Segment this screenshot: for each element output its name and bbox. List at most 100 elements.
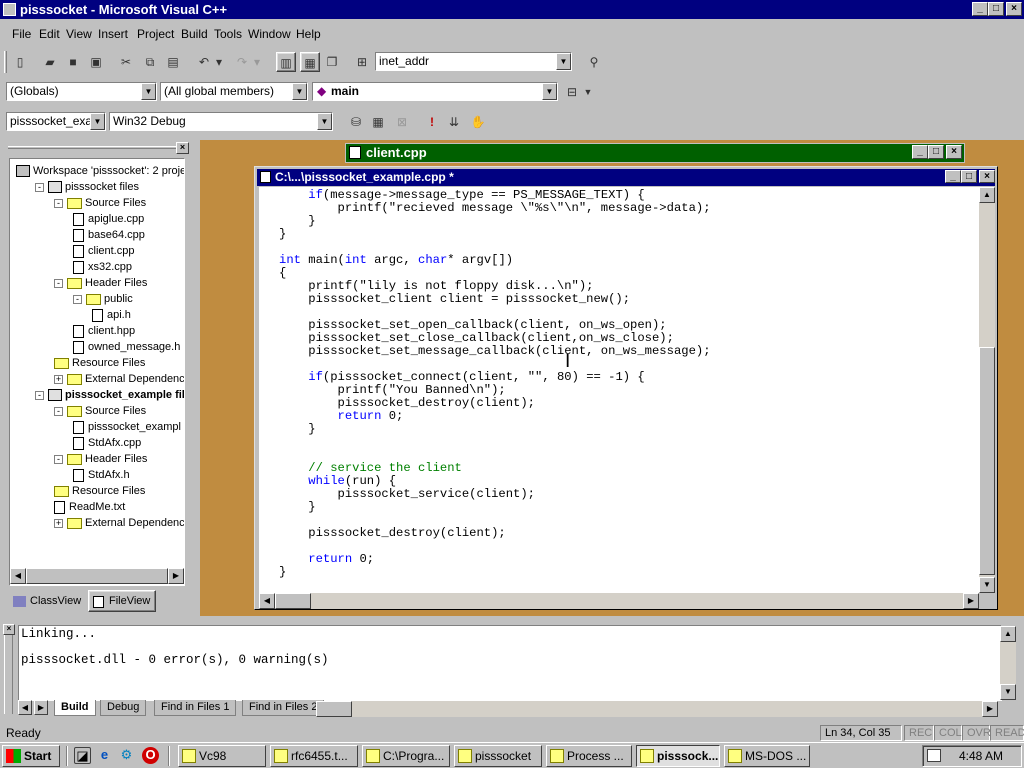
tab-build[interactable]: Build: [54, 700, 96, 716]
copy-icon[interactable]: ⧉: [140, 52, 160, 72]
output-text-area[interactable]: Linking... pisssocket.dll - 0 error(s), …: [18, 625, 1002, 701]
tree-item[interactable]: - Header Files: [54, 451, 147, 467]
close-button[interactable]: ×: [1006, 2, 1022, 16]
taskbar-button[interactable]: Process ...: [546, 745, 632, 767]
editor-maximize-button[interactable]: □: [961, 170, 977, 183]
output-vertical-scrollbar[interactable]: ▲ ▼: [1000, 626, 1016, 700]
tree-item[interactable]: api.h: [79, 307, 131, 323]
menu-window[interactable]: Window: [248, 27, 291, 41]
find-binoculars-icon[interactable]: ⚲: [584, 52, 604, 72]
tree-item[interactable]: ReadMe.txt: [41, 499, 125, 515]
menu-build[interactable]: Build: [181, 27, 208, 41]
show-desktop-icon[interactable]: ◪: [74, 747, 91, 764]
redo-icon[interactable]: ↷: [232, 52, 252, 72]
wizard-action-dropdown-icon[interactable]: ▼: [582, 82, 594, 102]
chevron-down-icon[interactable]: ▼: [292, 83, 307, 100]
collapse-icon[interactable]: -: [54, 278, 63, 288]
toolbar-grip[interactable]: [4, 51, 7, 73]
scroll-right-icon[interactable]: ▶: [982, 701, 998, 717]
taskbar-button[interactable]: Vc98: [178, 745, 266, 767]
active-project-combo[interactable]: pisssocket_exan ▼: [6, 112, 106, 131]
editor-vertical-scrollbar[interactable]: ▲ ▼: [979, 187, 995, 593]
menu-tools[interactable]: Tools: [214, 27, 242, 41]
output-close-icon[interactable]: ×: [3, 624, 15, 635]
collapse-icon[interactable]: -: [73, 294, 82, 304]
go-icon[interactable]: ⇊: [444, 112, 464, 132]
chevron-down-icon[interactable]: ▼: [317, 113, 332, 130]
compile-icon[interactable]: ⛁: [346, 112, 366, 132]
tree-item[interactable]: client.cpp: [60, 243, 134, 259]
undo-icon[interactable]: ↶: [194, 52, 214, 72]
cut-icon[interactable]: ✂: [116, 52, 136, 72]
tree-item[interactable]: xs32.cpp: [60, 259, 132, 275]
tree-item[interactable]: Resource Files: [41, 483, 145, 499]
expand-icon[interactable]: +: [54, 518, 63, 528]
wizard-action-icon[interactable]: ⊟: [562, 82, 582, 102]
tree-item[interactable]: - pisssocket files: [35, 179, 139, 195]
client-minimize-button[interactable]: _: [912, 145, 928, 159]
chevron-down-icon[interactable]: ▼: [542, 83, 557, 100]
tree-item[interactable]: - pisssocket_example fil: [35, 387, 184, 403]
scroll-up-icon[interactable]: ▲: [979, 187, 995, 203]
client-maximize-button[interactable]: □: [928, 145, 944, 159]
tab-find-in-files-1[interactable]: Find in Files 1: [154, 700, 237, 716]
editor-minimize-button[interactable]: _: [945, 170, 961, 183]
execute-icon[interactable]: !: [422, 112, 442, 132]
tab-find-in-files-2[interactable]: Find in Files 2: [242, 700, 325, 716]
code-editor[interactable]: if(message->message_type == PS_MESSAGE_T…: [259, 187, 979, 593]
scroll-thumb[interactable]: [979, 347, 995, 575]
chevron-down-icon[interactable]: ▼: [90, 113, 105, 130]
taskbar-button[interactable]: MS-DOS ...: [724, 745, 810, 767]
scroll-thumb[interactable]: [275, 593, 311, 609]
minimize-button[interactable]: _: [972, 2, 988, 16]
configuration-combo[interactable]: Win32 Debug ▼: [109, 112, 333, 131]
tree-item[interactable]: base64.cpp: [60, 227, 145, 243]
editor-close-button[interactable]: ×: [979, 170, 995, 183]
tree-item[interactable]: - Source Files: [54, 403, 146, 419]
tab-fileview[interactable]: FileView: [88, 590, 156, 612]
taskbar-button[interactable]: pisssock...: [636, 745, 720, 767]
tab-debug[interactable]: Debug: [100, 700, 147, 716]
collapse-icon[interactable]: -: [35, 390, 44, 400]
taskbar-button[interactable]: C:\Progra...: [362, 745, 450, 767]
menu-edit[interactable]: Edit: [39, 27, 60, 41]
collapse-icon[interactable]: -: [54, 198, 63, 208]
collapse-icon[interactable]: -: [35, 182, 44, 192]
tab-scroll-left-icon[interactable]: ◀: [18, 700, 32, 715]
tree-item[interactable]: owned_message.h: [60, 339, 180, 355]
tree-item[interactable]: - Header Files: [54, 275, 147, 291]
taskbar-button[interactable]: pisssocket: [454, 745, 542, 767]
menu-help[interactable]: Help: [296, 27, 321, 41]
output-grip[interactable]: [4, 626, 13, 714]
tree-item[interactable]: - public: [73, 291, 133, 307]
tree-item[interactable]: StdAfx.cpp: [60, 435, 141, 451]
scroll-down-icon[interactable]: ▼: [1000, 684, 1016, 700]
menu-file[interactable]: File: [12, 27, 31, 41]
window-list-icon[interactable]: ❐: [322, 52, 342, 72]
tree-item[interactable]: StdAfx.h: [60, 467, 130, 483]
find-combo[interactable]: inet_addr ▼: [375, 52, 572, 71]
scroll-down-icon[interactable]: ▼: [979, 577, 995, 593]
scroll-left-icon[interactable]: ◀: [10, 568, 26, 584]
opera-icon[interactable]: O: [142, 747, 159, 764]
tree-item[interactable]: - Source Files: [54, 195, 146, 211]
stop-build-icon[interactable]: ⊠: [392, 112, 412, 132]
menu-insert[interactable]: Insert: [98, 27, 128, 41]
tray-app-icon[interactable]: [927, 749, 941, 762]
output-horizontal-scrollbar[interactable]: ▶: [316, 701, 998, 717]
tree-item[interactable]: pisssocket_exampl: [60, 419, 181, 435]
members-combo[interactable]: (All global members) ▼: [160, 82, 308, 101]
build-icon[interactable]: ▦: [368, 112, 388, 132]
maximize-button[interactable]: □: [988, 2, 1004, 16]
workspace-toggle-icon[interactable]: ▥: [276, 52, 296, 72]
class-combo[interactable]: (Globals) ▼: [6, 82, 157, 101]
paste-icon[interactable]: ▤: [163, 52, 183, 72]
editor-title-bar[interactable]: C:\...\pisssocket_example.cpp * _ □ ×: [257, 169, 995, 186]
tree-item[interactable]: + External Dependencies: [54, 515, 184, 531]
chevron-down-icon[interactable]: ▼: [141, 83, 156, 100]
scroll-right-icon[interactable]: ▶: [963, 593, 979, 609]
find-in-files-icon[interactable]: ⊞: [352, 52, 372, 72]
expand-icon[interactable]: +: [54, 374, 63, 384]
client-cpp-window[interactable]: client.cpp _ □ ×: [345, 143, 965, 163]
taskbar-button[interactable]: rfc6455.t...: [270, 745, 358, 767]
